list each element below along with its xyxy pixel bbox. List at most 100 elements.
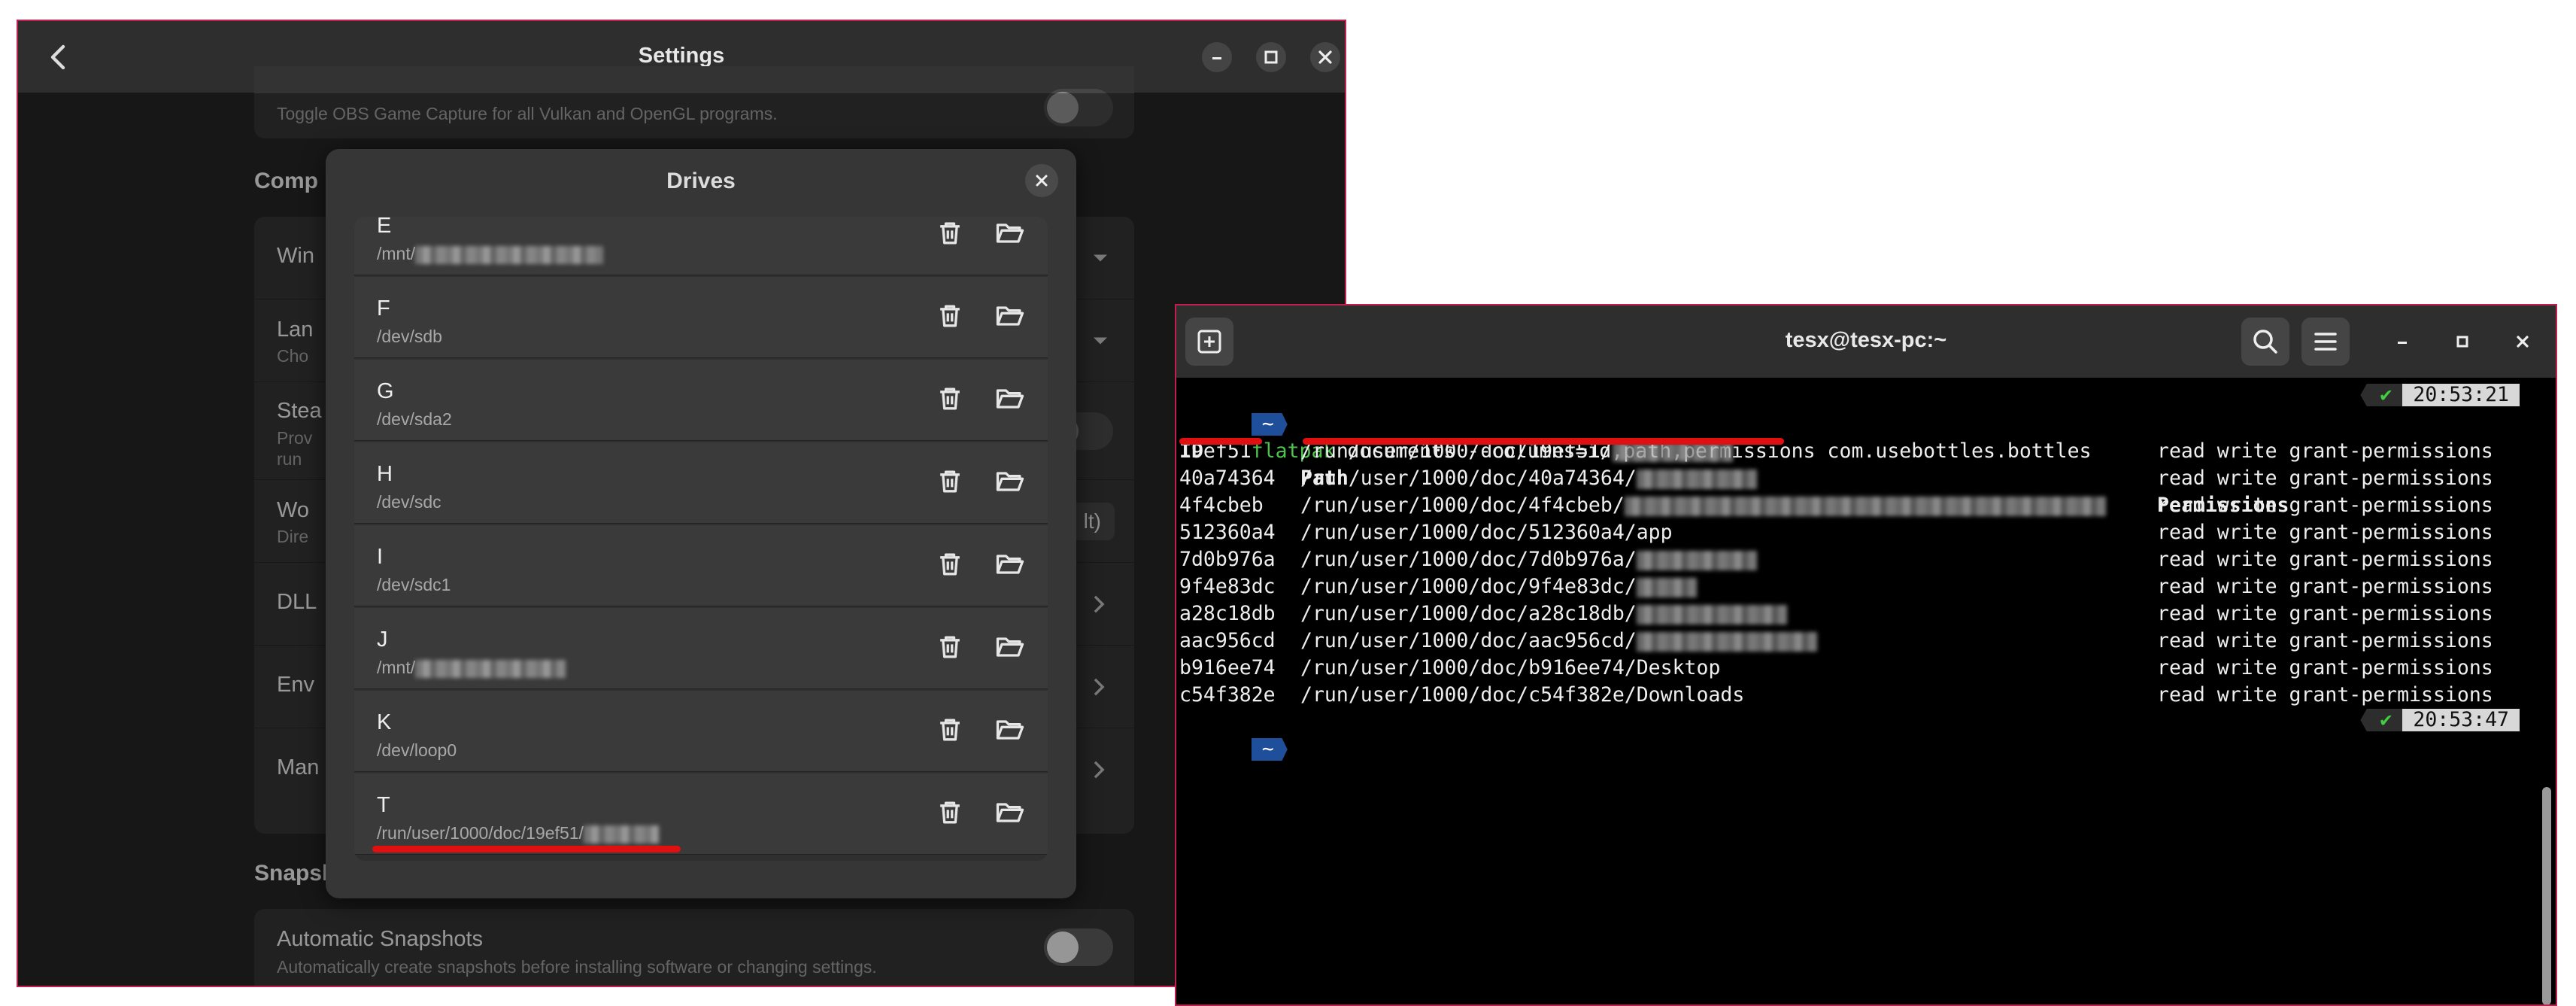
terminal-close-button[interactable] [2508, 327, 2538, 357]
terminal-output[interactable]: ~ flatpak documents --columns=id,path,pe… [1179, 381, 2541, 1004]
remove-drive-button[interactable] [933, 465, 966, 498]
redacted-text [1624, 496, 2106, 516]
remove-drive-button[interactable] [933, 299, 966, 333]
drive-path: /dev/sdc1 [377, 575, 451, 595]
drive-path-text: /dev/sdc1 [377, 575, 451, 594]
close-icon [1318, 50, 1332, 64]
menu-button[interactable] [2301, 318, 2350, 366]
doc-permissions: read write grant-permissions [2157, 683, 2493, 707]
minimize-icon [2398, 342, 2407, 344]
trash-icon [940, 719, 960, 741]
terminal-scrollbar[interactable] [2542, 787, 2551, 1004]
folder-open-icon [996, 637, 1024, 657]
redacted-text [1636, 577, 1697, 597]
open-folder-button[interactable] [994, 382, 1027, 415]
drive-path-text: /dev/sda2 [377, 409, 452, 429]
drive-row: H/dev/sdc [354, 442, 1048, 524]
terminal-header: tesx@tesx-pc:~ [1176, 305, 2556, 378]
drive-letter: I [377, 545, 384, 569]
settings-title: Settings [638, 44, 725, 68]
doc-permissions: read write grant-permissions [2157, 602, 2493, 625]
doc-path: /run/user/1000/doc/c54f382e/Downloads [1300, 682, 1744, 709]
open-folder-button[interactable] [994, 217, 1027, 250]
search-button[interactable] [2241, 318, 2289, 366]
drive-row: K/dev/loop0 [354, 691, 1048, 772]
drives-close-button[interactable] [1025, 164, 1058, 197]
doc-path-text: /run/user/1000/doc/aac956cd/ [1300, 629, 1637, 652]
doc-path-text: /run/user/1000/doc/40a74364/ [1300, 467, 1637, 490]
right-prompt-1: ✔ 20:53:21 [2360, 384, 2520, 406]
maximize-icon [2456, 336, 2468, 348]
doc-permissions: read write grant-permissions [2157, 548, 2493, 571]
close-icon [2517, 336, 2529, 348]
folder-open-icon [996, 306, 1024, 326]
remove-drive-button[interactable] [933, 713, 966, 746]
close-button[interactable] [1310, 42, 1340, 72]
drives-list: E/mnt/F/dev/sdb G/dev/sda2 H/dev/sdc I/dev/… [354, 217, 1048, 861]
drive-path: /dev/sda2 [377, 409, 452, 430]
terminal-maximize-button[interactable] [2447, 327, 2477, 357]
doc-path: /run/user/1000/doc/512360a4/app [1300, 519, 1673, 546]
open-folder-button[interactable] [994, 465, 1027, 498]
remove-drive-button[interactable] [933, 548, 966, 581]
doc-path: /run/user/1000/doc/aac956cd/ [1300, 628, 1817, 655]
drive-letter: H [377, 462, 393, 486]
remove-drive-button[interactable] [933, 382, 966, 415]
remove-drive-button[interactable] [933, 217, 966, 250]
redacted-text [1636, 604, 1787, 625]
doc-path: /run/user/1000/doc/b916ee74/Desktop [1300, 655, 1720, 682]
doc-path-text: /run/user/1000/doc/b916ee74/Desktop [1300, 656, 1721, 679]
search-icon [2253, 330, 2277, 354]
redacted-text [583, 825, 659, 843]
drive-path: /dev/sdc [377, 492, 441, 512]
open-folder-button[interactable] [994, 631, 1027, 664]
doc-id: a28c18db [1179, 602, 1276, 625]
doc-path: /run/user/1000/doc/9f4e83dc/ [1300, 573, 1697, 600]
drive-path: /dev/loop0 [377, 740, 457, 761]
prompt-line: ~ [1179, 709, 1288, 790]
prompt-badge: ~ [1251, 738, 1288, 761]
drive-row: I/dev/sdc1 [354, 525, 1048, 606]
red-underline-path [1303, 438, 1784, 445]
open-folder-button[interactable] [994, 796, 1027, 829]
drive-row: G/dev/sda2 [354, 360, 1048, 441]
terminal-window: tesx@tesx-pc:~ ~ flatpak documents --col… [1175, 304, 2557, 1006]
open-folder-button[interactable] [994, 299, 1027, 333]
minimize-button[interactable] [1202, 42, 1232, 72]
folder-open-icon [996, 555, 1024, 574]
doc-permissions: read write grant-permissions [2157, 575, 2493, 598]
open-folder-button[interactable] [994, 548, 1027, 581]
red-underline-drive-path [372, 846, 681, 853]
doc-path-text: /run/user/1000/doc/4f4cbeb/ [1300, 494, 1625, 517]
doc-permissions: read write grant-permissions [2157, 439, 2493, 463]
close-icon [1036, 175, 1048, 187]
doc-path-text: /run/user/1000/doc/c54f382e/Downloads [1300, 683, 1745, 707]
doc-permissions: read write grant-permissions [2157, 521, 2493, 544]
drive-row: F/dev/sdb [354, 277, 1048, 358]
doc-id: c54f382e [1179, 683, 1276, 707]
drive-row: E/mnt/ [354, 217, 1048, 275]
red-underline-id [1179, 438, 1262, 445]
remove-drive-button[interactable] [933, 796, 966, 829]
drive-row: T/run/user/1000/doc/19ef51/ [354, 773, 1048, 855]
doc-path: /run/user/1000/doc/7d0b976a/ [1300, 546, 1757, 573]
doc-path-text: /run/user/1000/doc/9f4e83dc/ [1300, 575, 1637, 598]
folder-open-icon [996, 720, 1024, 740]
folder-open-icon [996, 389, 1024, 409]
drive-path-text: /mnt/ [377, 244, 416, 263]
terminal-minimize-button[interactable] [2387, 327, 2417, 357]
maximize-button[interactable] [1256, 42, 1286, 72]
remove-drive-button[interactable] [933, 631, 966, 664]
prompt-badge: ~ [1251, 413, 1288, 436]
trash-icon [940, 801, 960, 824]
drive-path-text: /dev/loop0 [377, 740, 457, 760]
drive-row: J/mnt/ [354, 608, 1048, 689]
doc-path: /run/user/1000/doc/4f4cbeb/ [1300, 492, 2106, 519]
folder-open-icon [996, 803, 1024, 822]
doc-id: 7d0b976a [1179, 548, 1276, 571]
drive-letter: T [377, 793, 390, 817]
trash-icon [940, 222, 960, 245]
doc-id: 4f4cbeb [1179, 494, 1264, 517]
open-folder-button[interactable] [994, 713, 1027, 746]
drive-letter: F [377, 296, 390, 321]
